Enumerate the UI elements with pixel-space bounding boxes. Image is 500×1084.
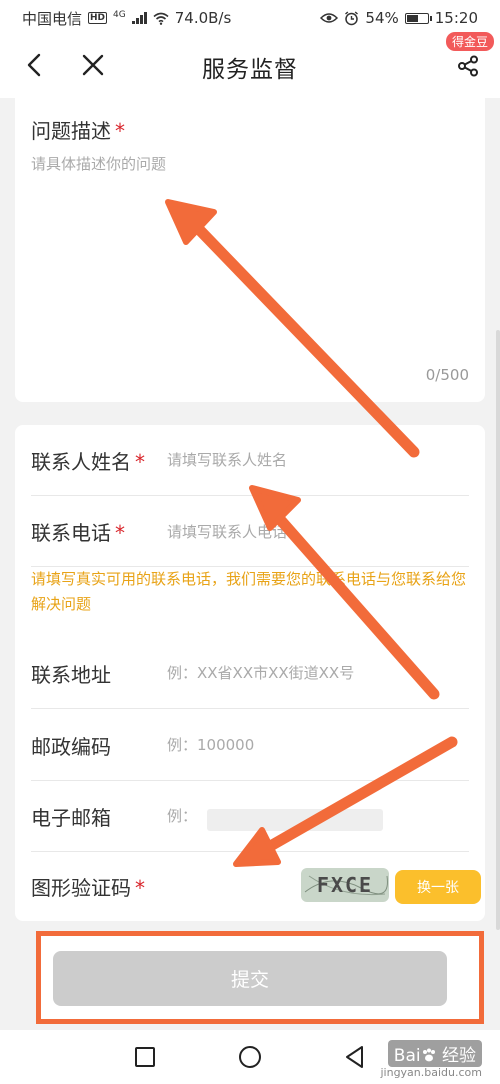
contact-name-label: 联系人姓名 * bbox=[31, 446, 167, 475]
eye-icon bbox=[320, 13, 339, 23]
contact-phone-input[interactable] bbox=[167, 522, 469, 541]
email-label: 电子邮箱 bbox=[31, 805, 111, 830]
contact-phone-row: 联系电话 * bbox=[31, 496, 469, 567]
contact-name-label-text: 联系人姓名 bbox=[31, 449, 131, 474]
contact-phone-label: 联系电话 * bbox=[31, 517, 167, 546]
captcha-text: FXCE bbox=[316, 873, 374, 897]
captcha-label-text: 图形验证码 bbox=[31, 876, 131, 900]
required-mark: * bbox=[115, 521, 125, 545]
back-icon bbox=[27, 53, 41, 77]
baidu-watermark: Bai 经验 bbox=[387, 1040, 482, 1067]
description-counter: 0/500 bbox=[425, 366, 469, 384]
email-row: 电子邮箱 bbox=[31, 781, 469, 852]
paw-icon bbox=[422, 1048, 435, 1062]
contact-name-row: 联系人姓名 * bbox=[31, 425, 469, 496]
address-input[interactable] bbox=[167, 664, 469, 682]
signal-icon bbox=[131, 12, 147, 24]
captcha-image[interactable]: FXCE bbox=[301, 868, 389, 902]
watermark-brand: Bai 经验 bbox=[387, 1040, 482, 1067]
network-type: 4G bbox=[113, 9, 126, 20]
back-button[interactable] bbox=[20, 50, 48, 80]
status-bar: 中国电信 HD 4G 74.0B/s 54% 15:20 bbox=[0, 0, 500, 36]
watermark-url: jingyan.baidu.com bbox=[380, 1066, 482, 1079]
submit-highlight-frame: 提交 bbox=[36, 931, 484, 1024]
hd-badge: HD bbox=[88, 12, 108, 24]
system-back-icon[interactable] bbox=[342, 1044, 368, 1070]
description-label-text: 问题描述 bbox=[31, 119, 111, 143]
blurred-placeholder bbox=[207, 809, 383, 831]
share-button[interactable] bbox=[454, 52, 482, 80]
network-speed: 74.0B/s bbox=[174, 9, 232, 27]
share-icon bbox=[458, 55, 478, 77]
refresh-captcha-button[interactable]: 换一张 bbox=[395, 870, 481, 904]
description-card: 问题描述* 0/500 bbox=[15, 98, 485, 402]
status-right: 54% 15:20 bbox=[320, 9, 478, 27]
contact-name-input[interactable] bbox=[167, 451, 469, 469]
required-mark: * bbox=[135, 876, 145, 900]
battery-percent: 54% bbox=[365, 9, 399, 27]
battery-icon bbox=[404, 12, 432, 24]
watermark-suffix: 经验 bbox=[442, 1046, 476, 1066]
postal-code-row: 邮政编码 bbox=[31, 710, 469, 781]
contact-phone-label-text: 联系电话 bbox=[31, 521, 111, 545]
close-button[interactable] bbox=[78, 50, 108, 80]
home-icon[interactable] bbox=[237, 1044, 263, 1070]
postal-code-input[interactable] bbox=[167, 736, 469, 754]
close-icon bbox=[82, 54, 104, 76]
alarm-icon bbox=[345, 10, 359, 25]
required-mark: * bbox=[135, 449, 145, 474]
page-title: 服务监督 bbox=[202, 57, 298, 83]
clock-time: 15:20 bbox=[434, 9, 478, 27]
recent-apps-icon[interactable] bbox=[132, 1044, 158, 1070]
captcha-label: 图形验证码 * bbox=[31, 872, 167, 901]
address-row: 联系地址 bbox=[31, 638, 469, 709]
postal-code-label: 邮政编码 bbox=[31, 734, 111, 759]
contact-form-card: 联系人姓名* 联系电话* 请填写真实可用的联系电话，我们需要您的联系电话与您联系… bbox=[15, 425, 485, 921]
wifi-icon bbox=[153, 12, 169, 25]
nav-bar: 服务监督 得金豆 bbox=[0, 32, 500, 98]
status-left: 中国电信 HD 4G 74.0B/s bbox=[22, 8, 231, 29]
carrier-name: 中国电信 bbox=[22, 9, 83, 28]
captcha-row: 图形验证码 * FXCE 换一张 bbox=[31, 851, 481, 922]
gold-badge[interactable]: 得金豆 bbox=[445, 32, 494, 51]
submit-button[interactable]: 提交 bbox=[53, 951, 447, 1006]
description-input[interactable] bbox=[31, 153, 469, 353]
address-label: 联系地址 bbox=[31, 662, 111, 687]
phone-hint: 请填写真实可用的联系电话，我们需要您的联系电话与您联系给您解决问题 bbox=[31, 570, 467, 613]
description-label: 问题描述 * bbox=[31, 115, 125, 144]
required-mark: * bbox=[115, 119, 125, 143]
watermark-brand-text: Bai bbox=[393, 1046, 421, 1066]
scrollbar[interactable] bbox=[496, 330, 500, 930]
